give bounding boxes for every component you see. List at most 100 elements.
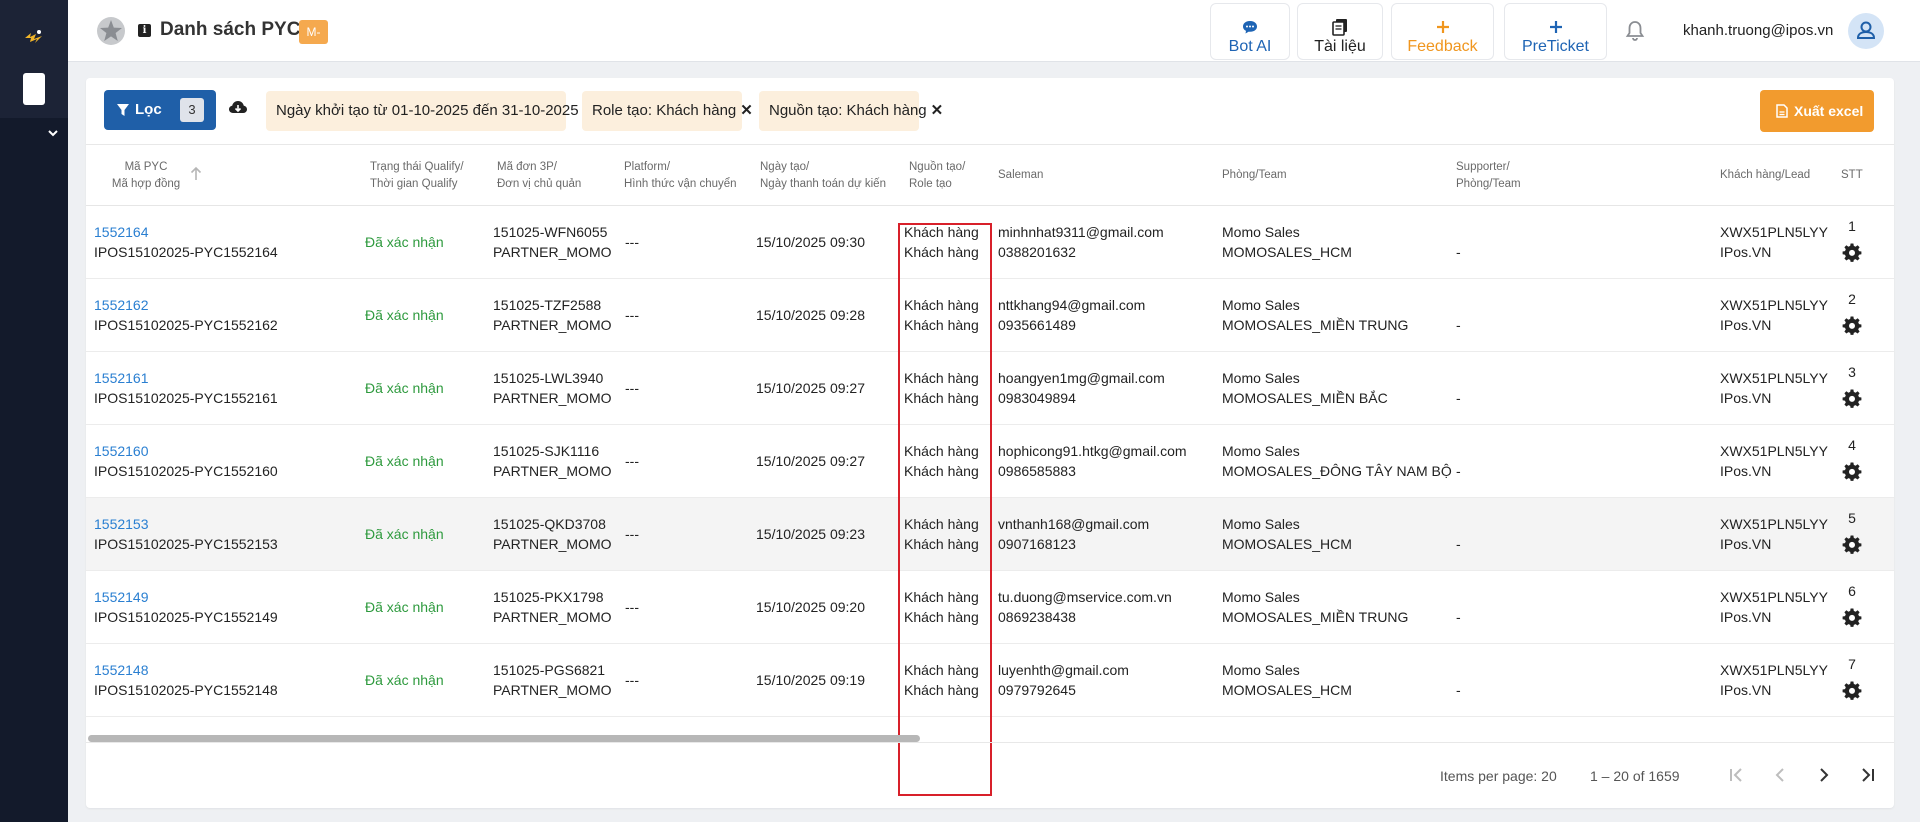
filter-chip-role[interactable]: Role tạo: Khách hàng ✕ (582, 91, 753, 131)
column-header-stt[interactable]: STT (1841, 167, 1863, 184)
cloud-download-icon[interactable] (228, 98, 248, 118)
pyc-id-line1[interactable]: 1552160 (94, 441, 278, 461)
team-line2: MOMOSALES_MIỀN BẮC (1222, 390, 1388, 406)
filter-button[interactable]: Lọc 3 (104, 90, 216, 130)
saleman-line2: 0935661489 (998, 317, 1076, 333)
horizontal-scrollbar[interactable] (88, 735, 920, 742)
column-header-saleman[interactable]: Saleman (998, 167, 1043, 184)
order-line1: 151025-SJK1116 (493, 443, 600, 459)
pyc-id-line2: IPOS15102025-PYC1552160 (94, 463, 278, 479)
column-header-qualify[interactable]: Trạng thái Qualify/ Thời gian Qualify (370, 159, 464, 193)
bot-ai-button[interactable]: Bot AI (1210, 3, 1290, 60)
pagination: Items per page: 20 1 – 20 of 1659 (86, 742, 1894, 808)
gear-icon[interactable] (1842, 462, 1862, 482)
last-page-icon[interactable] (1856, 763, 1880, 787)
column-header-order[interactable]: Mã đơn 3P/ Đơn vị chủ quản (497, 159, 581, 193)
table-row[interactable]: 1552148 IPOS15102025-PYC1552148 Đã xác nhậ… (86, 644, 1894, 717)
header-line: Nguồn tạo/ (909, 161, 966, 173)
order-line1: 151025-PKX1798 (493, 589, 604, 605)
pyc-id-line1[interactable]: 1552153 (94, 514, 278, 534)
gear-icon[interactable] (1842, 608, 1862, 628)
user-email[interactable]: khanh.truong@ipos.vn (1683, 22, 1833, 39)
cell-saleman: hoangyen1mg@gmail.com 0983049894 (998, 368, 1165, 408)
pyc-id-line2: IPOS15102025-PYC1552148 (94, 682, 278, 698)
table-row[interactable]: 1552153 IPOS15102025-PYC1552153 Đã xác nhậ… (86, 498, 1894, 571)
header-line: Saleman (998, 169, 1044, 181)
prev-page-icon[interactable] (1768, 763, 1792, 787)
avatar[interactable] (1848, 13, 1884, 49)
filter-chip-source[interactable]: Nguồn tạo: Khách hàng ✕ (759, 91, 943, 131)
filter-chip-date[interactable]: Ngày khởi tạo từ 01-10-2025 đến 31-10-20… (266, 91, 595, 131)
pyc-id-line1[interactable]: 1552161 (94, 368, 278, 388)
status-text: Đã xác nhận (365, 526, 444, 542)
cell-source: Khách hàng Khách hàng (904, 514, 979, 554)
pyc-id-line1[interactable]: 1552149 (94, 587, 278, 607)
feedback-button[interactable]: Feedback (1391, 3, 1494, 60)
team-line1: Momo Sales (1222, 662, 1300, 678)
gear-icon[interactable] (1842, 535, 1862, 555)
gear-icon[interactable] (1842, 243, 1862, 263)
column-header-supporter[interactable]: Supporter/ Phòng/Team (1456, 159, 1521, 193)
close-icon[interactable]: ✕ (931, 102, 944, 119)
first-page-icon[interactable] (1724, 763, 1748, 787)
pyc-id-line1[interactable]: 1552164 (94, 222, 278, 242)
pyc-id-line1[interactable]: 1552148 (94, 660, 278, 680)
customer-line1: XWX51PLN5LYY (1720, 662, 1828, 678)
saleman-line2: 0979792645 (998, 682, 1076, 698)
app-logo-icon[interactable] (22, 24, 46, 48)
table-row[interactable]: 1552160 IPOS15102025-PYC1552160 Đã xác nhậ… (86, 425, 1894, 498)
column-header-created[interactable]: Ngày tạo/ Ngày thanh toán dự kiến (760, 159, 886, 193)
column-header-pyc[interactable]: Mã PYC Mã hợp đồng (108, 159, 184, 193)
cell-source: Khách hàng Khách hàng (904, 295, 979, 335)
source-line1: Khách hàng (904, 297, 979, 313)
source-line2: Khách hàng (904, 390, 979, 406)
customer-line1: XWX51PLN5LYY (1720, 516, 1828, 532)
close-icon[interactable]: ✕ (740, 102, 753, 119)
cell-created: 15/10/2025 09:23 (756, 524, 865, 544)
order-line2: PARTNER_MOMO (493, 390, 612, 406)
export-excel-button[interactable]: Xuất excel (1760, 90, 1874, 132)
cell-order: 151025-PGS6821 PARTNER_MOMO (493, 660, 612, 700)
sort-arrow-up-icon[interactable] (189, 166, 203, 182)
chevron-down-icon[interactable] (46, 126, 60, 140)
filter-bar: Lọc 3 Ngày khởi tạo từ 01-10-2025 đến 31… (86, 78, 1894, 144)
top-header: i Danh sách PYC M- Bot AI Tài liệu Feedb… (68, 0, 1920, 62)
cell-saleman: nttkhang94@gmail.com 0935661489 (998, 295, 1145, 335)
items-per-page[interactable]: Items per page: 20 (1440, 768, 1557, 784)
docs-button[interactable]: Tài liệu (1297, 3, 1383, 60)
table-row[interactable]: 1552149 IPOS15102025-PYC1552149 Đã xác nhậ… (86, 571, 1894, 644)
supporter-line2: - (1456, 317, 1461, 333)
table-row[interactable]: 1552164 IPOS15102025-PYC1552164 Đã xác nhậ… (86, 206, 1894, 279)
cell-team: Momo Sales MOMOSALES_MIỀN TRUNG (1222, 295, 1408, 335)
cell-team: Momo Sales MOMOSALES_HCM (1222, 222, 1352, 262)
header-line: Đơn vị chủ quản (497, 178, 582, 190)
preticket-button[interactable]: PreTicket (1504, 3, 1607, 60)
cell-created: 15/10/2025 09:20 (756, 597, 865, 617)
column-header-customer[interactable]: Khách hàng/Lead (1720, 167, 1810, 184)
pyc-id-line1[interactable]: 1552162 (94, 295, 278, 315)
cell-platform: --- (625, 305, 639, 325)
table-row[interactable]: 1552161 IPOS15102025-PYC1552161 Đã xác nhậ… (86, 352, 1894, 425)
cell-order: 151025-WFN6055 PARTNER_MOMO (493, 222, 612, 262)
column-header-platform[interactable]: Platform/ Hình thức vận chuyển (624, 159, 737, 193)
header-line: Hình thức vận chuyển (624, 178, 737, 190)
column-header-source[interactable]: Nguồn tạo/ Role tạo (909, 159, 965, 193)
bell-icon[interactable] (1623, 19, 1647, 43)
gear-icon[interactable] (1842, 681, 1862, 701)
cell-order: 151025-LWL3940 PARTNER_MOMO (493, 368, 612, 408)
header-line: Khách hàng/Lead (1720, 169, 1811, 181)
next-page-icon[interactable] (1812, 763, 1836, 787)
column-header-team[interactable]: Phòng/Team (1222, 167, 1287, 184)
sidebar-menu-item[interactable] (23, 73, 45, 105)
cell-team: Momo Sales MOMOSALES_HCM (1222, 514, 1352, 554)
gear-icon[interactable] (1842, 316, 1862, 336)
gear-icon[interactable] (1842, 389, 1862, 409)
cell-created: 15/10/2025 09:19 (756, 670, 865, 690)
table-row[interactable]: 1552162 IPOS15102025-PYC1552162 Đã xác nhậ… (86, 279, 1894, 352)
cell-team: Momo Sales MOMOSALES_ĐÔNG TÂY NAM BỘ (1222, 441, 1452, 481)
header-line: Platform/ (624, 161, 671, 173)
cell-status: Đã xác nhận (365, 305, 444, 325)
